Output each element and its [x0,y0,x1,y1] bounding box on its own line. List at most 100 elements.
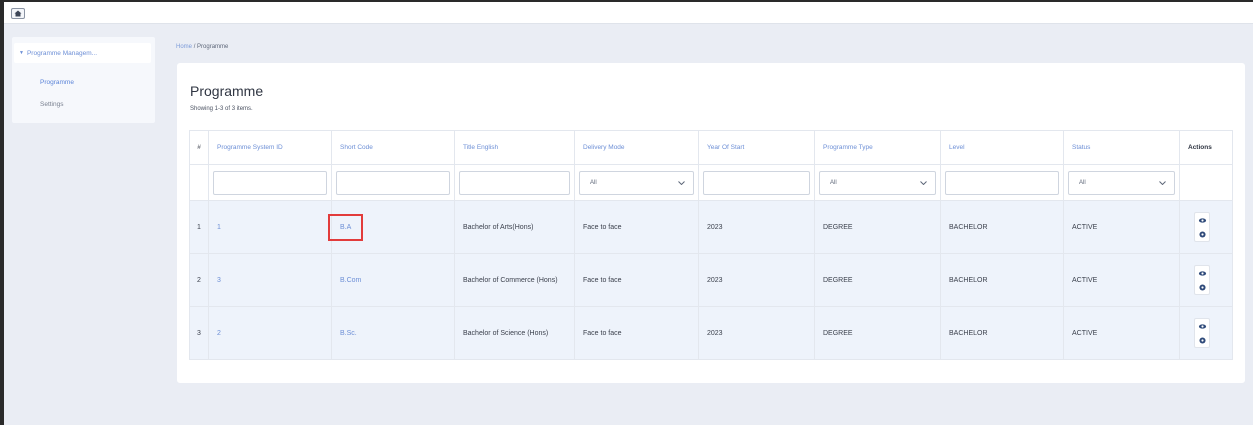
actions-cell [1179,306,1233,360]
type-cell: DEGREE [814,253,941,307]
short-code-cell: B.A [328,200,455,254]
breadcrumb: Home / Programme [176,44,228,50]
short-code-cell: B.Com [331,253,455,307]
system-id-cell: 3 [208,253,332,307]
level-cell: BACHELOR [940,200,1064,254]
year-cell: 2023 [698,200,815,254]
programme-card: Programme Showing 1-3 of 3 items. # Prog… [177,63,1245,383]
table-row: 3 2 B.Sc. Bachelor of Science (Hons) Fac… [189,306,1233,360]
column-header-actions: Actions [1179,130,1233,165]
results-summary: Showing 1-3 of 3 items. [190,106,253,112]
filter-cell [331,164,455,201]
actions-group [1194,212,1210,242]
filter-cell [208,164,332,201]
filter-system-id-input[interactable] [213,170,327,195]
filter-short-code-input[interactable] [336,170,450,195]
column-header-year-of-start[interactable]: Year Of Start [698,130,815,165]
year-cell: 2023 [698,306,815,360]
eye-icon[interactable] [1198,322,1207,331]
filter-cell [454,164,575,201]
app-window: ▼ Programme Managem... Programme Setting… [0,0,1253,425]
chevron-down-icon [1159,180,1166,185]
filter-status-select[interactable]: All [1068,170,1175,195]
sidebar-item-programme[interactable]: Programme [40,79,74,86]
chevron-down-icon [678,180,685,185]
row-number: 1 [189,200,209,254]
actions-cell [1179,200,1233,254]
select-value: All [1079,179,1086,186]
system-id-cell: 2 [208,306,332,360]
filter-delivery-mode-select[interactable]: All [579,170,694,195]
actions-group [1194,318,1210,348]
column-header-level[interactable]: Level [940,130,1064,165]
row-number: 3 [189,306,209,360]
type-cell: DEGREE [814,306,941,360]
breadcrumb-current: Programme [197,44,229,50]
sidebar-item-settings[interactable]: Settings [40,101,64,108]
level-cell: BACHELOR [940,253,1064,307]
delivery-cell: Face to face [574,200,699,254]
sidebar-group-programme-management[interactable]: ▼ Programme Managem... [14,43,151,63]
table-row: 2 3 B.Com Bachelor of Commerce (Hons) Fa… [189,253,1233,307]
filter-title-input[interactable] [459,170,570,195]
top-bar [4,2,1253,24]
caret-down-icon: ▼ [19,50,24,56]
filter-row: All All All [189,164,1233,201]
column-header-number: # [189,130,209,165]
sidebar: ▼ Programme Managem... Programme Setting… [12,37,155,123]
system-id-cell: 1 [208,200,332,254]
column-header-short-code[interactable]: Short Code [331,130,455,165]
gear-icon[interactable] [1198,283,1207,292]
chevron-down-icon [920,180,927,185]
actions-cell [1179,253,1233,307]
system-id-link[interactable]: 2 [217,330,221,337]
select-value: All [830,179,837,186]
filter-cell-empty [189,164,209,201]
home-button[interactable] [11,8,25,19]
delivery-cell: Face to face [574,253,699,307]
home-icon [14,10,22,17]
status-cell: ACTIVE [1063,253,1180,307]
table-row: 1 1 B.A Bachelor of Arts(Hons) Face to f… [189,200,1233,254]
status-cell: ACTIVE [1063,306,1180,360]
column-header-status[interactable]: Status [1063,130,1180,165]
status-cell: ACTIVE [1063,200,1180,254]
breadcrumb-home-link[interactable]: Home [176,44,192,50]
short-code-link[interactable]: B.Com [340,277,361,284]
filter-cell [940,164,1064,201]
select-value: All [590,179,597,186]
filter-programme-type-select[interactable]: All [819,170,936,195]
breadcrumb-separator: / [193,44,196,50]
filter-level-input[interactable] [945,170,1059,195]
row-number: 2 [189,253,209,307]
short-code-link-highlighted[interactable]: B.A [328,213,364,241]
programme-table: # Programme System ID Short Code Title E… [189,130,1233,360]
eye-icon[interactable] [1198,216,1207,225]
delivery-cell: Face to face [574,306,699,360]
filter-cell [698,164,815,201]
column-header-title-english[interactable]: Title English [454,130,575,165]
level-cell: BACHELOR [940,306,1064,360]
system-id-link[interactable]: 3 [217,277,221,284]
title-cell: Bachelor of Science (Hons) [454,306,575,360]
sidebar-group-label: Programme Managem... [26,49,98,57]
column-header-programme-type[interactable]: Programme Type [814,130,941,165]
filter-year-input[interactable] [703,170,810,195]
column-header-delivery-mode[interactable]: Delivery Mode [574,130,699,165]
page-title: Programme [190,83,264,99]
system-id-link[interactable]: 1 [217,224,221,231]
type-cell: DEGREE [814,200,941,254]
filter-cell: All [1063,164,1180,201]
table-header-row: # Programme System ID Short Code Title E… [189,130,1233,165]
filter-cell: All [814,164,941,201]
column-header-system-id[interactable]: Programme System ID [208,130,332,165]
title-cell: Bachelor of Commerce (Hons) [454,253,575,307]
gear-icon[interactable] [1198,336,1207,345]
short-code-link[interactable]: B.Sc. [340,330,357,337]
eye-icon[interactable] [1198,269,1207,278]
actions-group [1194,265,1210,295]
short-code-cell: B.Sc. [331,306,455,360]
year-cell: 2023 [698,253,815,307]
filter-cell-empty [1179,164,1233,201]
gear-icon[interactable] [1198,230,1207,239]
